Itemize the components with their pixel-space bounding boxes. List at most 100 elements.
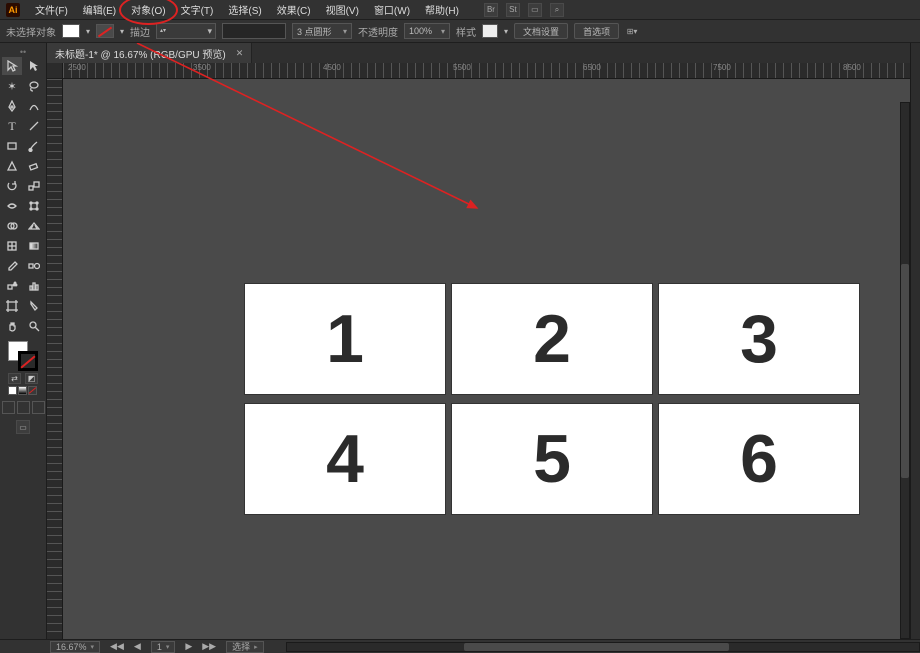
fill-stroke-indicator[interactable]	[8, 341, 38, 371]
menu-select[interactable]: 选择(S)	[222, 0, 267, 19]
shape-builder-tool[interactable]	[2, 217, 22, 235]
zoom-tool[interactable]	[24, 317, 44, 335]
vertical-scrollbar[interactable]	[900, 102, 910, 639]
paintbrush-tool[interactable]	[24, 137, 44, 155]
artboard-4[interactable]: 4	[245, 404, 445, 514]
style-dropdown[interactable]: ▾	[504, 27, 508, 36]
rectangle-tool[interactable]	[2, 137, 22, 155]
artboard-6[interactable]: 6	[659, 404, 859, 514]
horizontal-ruler[interactable]: 2500 3500 4500 5500 6500 7500 8500	[63, 63, 920, 79]
rotate-tool[interactable]	[2, 177, 22, 195]
ruler-tick: 7500	[713, 63, 731, 72]
graphic-style-swatch[interactable]	[482, 24, 498, 38]
type-tool[interactable]: T	[2, 117, 22, 135]
menu-effect[interactable]: 效果(C)	[271, 0, 317, 19]
artboard-nav-prev[interactable]: ◀◀	[110, 641, 124, 652]
width-tool[interactable]	[2, 197, 22, 215]
ruler-origin-corner[interactable]	[47, 63, 63, 79]
swap-fill-stroke-icon[interactable]: ⇄	[8, 373, 21, 384]
stock-icon[interactable]: St	[506, 3, 520, 17]
eyedropper-tool[interactable]	[2, 257, 22, 275]
selection-tool[interactable]	[2, 57, 22, 75]
scale-tool[interactable]	[24, 177, 44, 195]
menu-help[interactable]: 帮助(H)	[419, 0, 465, 19]
ruler-tick: 4500	[323, 63, 341, 72]
brush-definition[interactable]: 3 点圆形▾	[292, 23, 352, 39]
stroke-color-indicator[interactable]	[18, 351, 38, 371]
preferences-button[interactable]: 首选项	[574, 23, 619, 39]
menu-view[interactable]: 视图(V)	[320, 0, 365, 19]
shaper-tool[interactable]	[2, 157, 22, 175]
control-bar: 未选择对象 ▾ ▾ 描边 ▴▾ ▾ 3 点圆形▾ 不透明度 100%▾ 样式 ▾…	[0, 19, 920, 43]
style-label: 样式	[456, 24, 476, 39]
tools-grip[interactable]: ••	[0, 47, 46, 57]
artboard-nav-index[interactable]: 1▾	[151, 641, 176, 653]
document-setup-button[interactable]: 文档设置	[514, 23, 568, 39]
artboard-nav-next1[interactable]: ▶	[185, 641, 192, 652]
panel-dock-collapsed[interactable]	[910, 43, 920, 639]
color-mode-row	[8, 386, 38, 395]
stroke-swatch[interactable]	[96, 24, 114, 38]
artboard-nav-prev1[interactable]: ◀	[134, 641, 141, 652]
fill-swatch[interactable]	[62, 24, 80, 38]
draw-inside[interactable]	[32, 401, 45, 414]
vertical-ruler[interactable]	[47, 79, 63, 639]
canvas[interactable]: 1 2 3 4 5 6	[63, 79, 920, 639]
eraser-tool[interactable]	[24, 157, 44, 175]
ruler-tick: 8500	[843, 63, 861, 72]
vertical-scrollbar-thumb[interactable]	[901, 264, 909, 478]
artboard-5[interactable]: 5	[452, 404, 652, 514]
bridge-icon[interactable]: Br	[484, 3, 498, 17]
document-tab[interactable]: 未标题-1* @ 16.67% (RGB/GPU 预览) ✕	[47, 43, 252, 63]
pen-tool[interactable]	[2, 97, 22, 115]
blend-tool[interactable]	[24, 257, 44, 275]
color-mode-gradient[interactable]	[18, 386, 27, 395]
mesh-tool[interactable]	[2, 237, 22, 255]
horizontal-scrollbar[interactable]	[286, 642, 920, 652]
perspective-grid-tool[interactable]	[24, 217, 44, 235]
close-tab-icon[interactable]: ✕	[236, 48, 244, 59]
opacity-label: 不透明度	[358, 24, 398, 39]
line-segment-tool[interactable]	[24, 117, 44, 135]
hand-tool[interactable]	[2, 317, 22, 335]
magic-wand-tool[interactable]: ✶	[2, 77, 22, 95]
stroke-swatch-dropdown[interactable]: ▾	[120, 27, 124, 36]
variable-width-profile[interactable]	[222, 23, 286, 39]
zoom-level-dropdown[interactable]: 16.67%▾	[50, 641, 100, 653]
symbol-sprayer-tool[interactable]	[2, 277, 22, 295]
fill-swatch-dropdown[interactable]: ▾	[86, 27, 90, 36]
stroke-label: 描边	[130, 24, 150, 39]
opacity-input[interactable]: 100%▾	[404, 23, 450, 39]
status-mode-dropdown[interactable]: 选择▸	[226, 641, 264, 653]
color-mode-none[interactable]	[28, 386, 37, 395]
menu-type[interactable]: 文字(T)	[175, 0, 220, 19]
free-transform-tool[interactable]	[24, 197, 44, 215]
screen-mode-icon[interactable]: ▭	[16, 420, 30, 434]
artboard-1[interactable]: 1	[245, 284, 445, 394]
artboard-2[interactable]: 2	[452, 284, 652, 394]
artboard-nav-next[interactable]: ▶▶	[202, 641, 216, 652]
lasso-tool[interactable]	[24, 77, 44, 95]
menu-window[interactable]: 窗口(W)	[368, 0, 416, 19]
draw-behind[interactable]	[17, 401, 30, 414]
direct-selection-tool[interactable]	[24, 57, 44, 75]
stroke-weight-input[interactable]: ▴▾ ▾	[156, 23, 216, 39]
menu-object[interactable]: 对象(O)	[125, 0, 171, 19]
draw-mode-row	[2, 401, 45, 414]
gradient-tool[interactable]	[24, 237, 44, 255]
arrange-icon[interactable]: ▭	[528, 3, 542, 17]
artboard-3[interactable]: 3	[659, 284, 859, 394]
draw-normal[interactable]	[2, 401, 15, 414]
status-bar: 16.67%▾ ◀◀ ◀ 1▾ ▶ ▶▶ 选择▸	[0, 639, 920, 653]
align-to-icon[interactable]: ⊞▾	[625, 24, 639, 38]
menu-edit[interactable]: 编辑(E)	[77, 0, 122, 19]
menu-file[interactable]: 文件(F)	[29, 0, 74, 19]
slice-tool[interactable]	[24, 297, 44, 315]
color-mode-color[interactable]	[8, 386, 17, 395]
default-fill-stroke-icon[interactable]: ◩	[25, 373, 38, 384]
column-graph-tool[interactable]	[24, 277, 44, 295]
curvature-tool[interactable]	[24, 97, 44, 115]
search-icon[interactable]: ⌕	[550, 3, 564, 17]
horizontal-scrollbar-thumb[interactable]	[464, 643, 730, 651]
artboard-tool[interactable]	[2, 297, 22, 315]
